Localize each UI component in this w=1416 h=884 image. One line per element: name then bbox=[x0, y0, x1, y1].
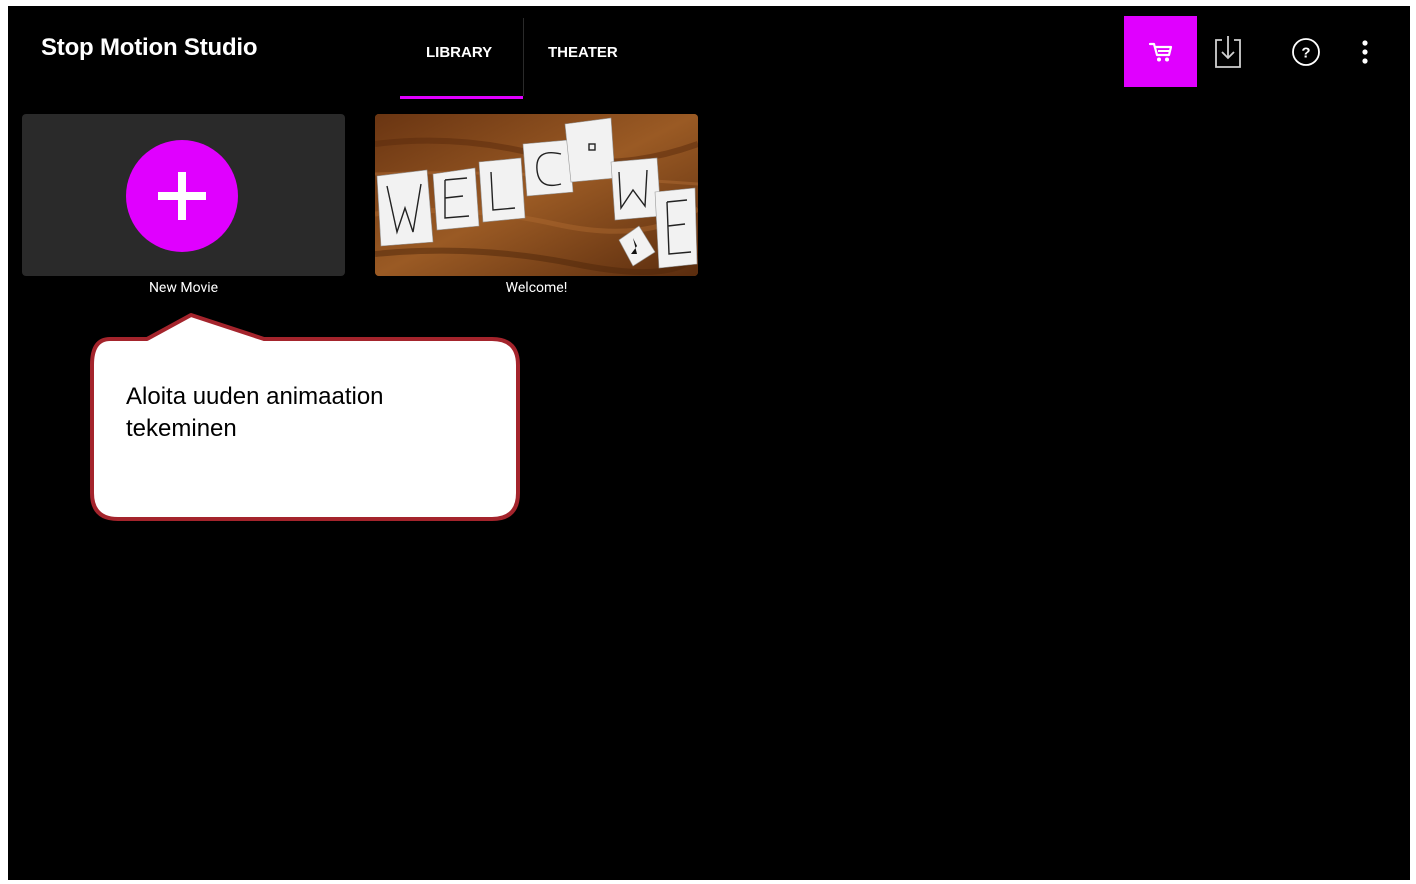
download-icon bbox=[1215, 36, 1241, 68]
tab-divider bbox=[523, 18, 524, 96]
more-vertical-icon bbox=[1362, 40, 1368, 64]
store-button[interactable] bbox=[1124, 16, 1197, 87]
help-button[interactable]: ? bbox=[1286, 32, 1326, 72]
more-options-button[interactable] bbox=[1350, 32, 1380, 72]
tab-library[interactable]: LIBRARY bbox=[426, 44, 492, 61]
plus-icon bbox=[158, 172, 206, 220]
svg-text:?: ? bbox=[1301, 45, 1310, 62]
tooltip-text: Aloita uuden animaation tekeminen bbox=[126, 383, 384, 442]
app-screen: Stop Motion Studio LIBRARY THEATER ? New… bbox=[8, 6, 1410, 880]
import-button[interactable] bbox=[1208, 32, 1248, 72]
tab-theater[interactable]: THEATER bbox=[548, 44, 618, 61]
new-movie-label: New Movie bbox=[148, 280, 219, 296]
welcome-thumbnail bbox=[375, 114, 698, 276]
shopping-cart-icon bbox=[1148, 42, 1172, 61]
new-movie-button[interactable] bbox=[126, 140, 238, 252]
welcome-movie-card[interactable] bbox=[375, 114, 698, 276]
welcome-movie-label: Welcome! bbox=[505, 280, 568, 296]
active-tab-indicator bbox=[400, 96, 523, 99]
app-title: Stop Motion Studio bbox=[41, 34, 258, 61]
new-movie-card[interactable] bbox=[22, 114, 345, 276]
help-circle-icon: ? bbox=[1292, 38, 1320, 66]
